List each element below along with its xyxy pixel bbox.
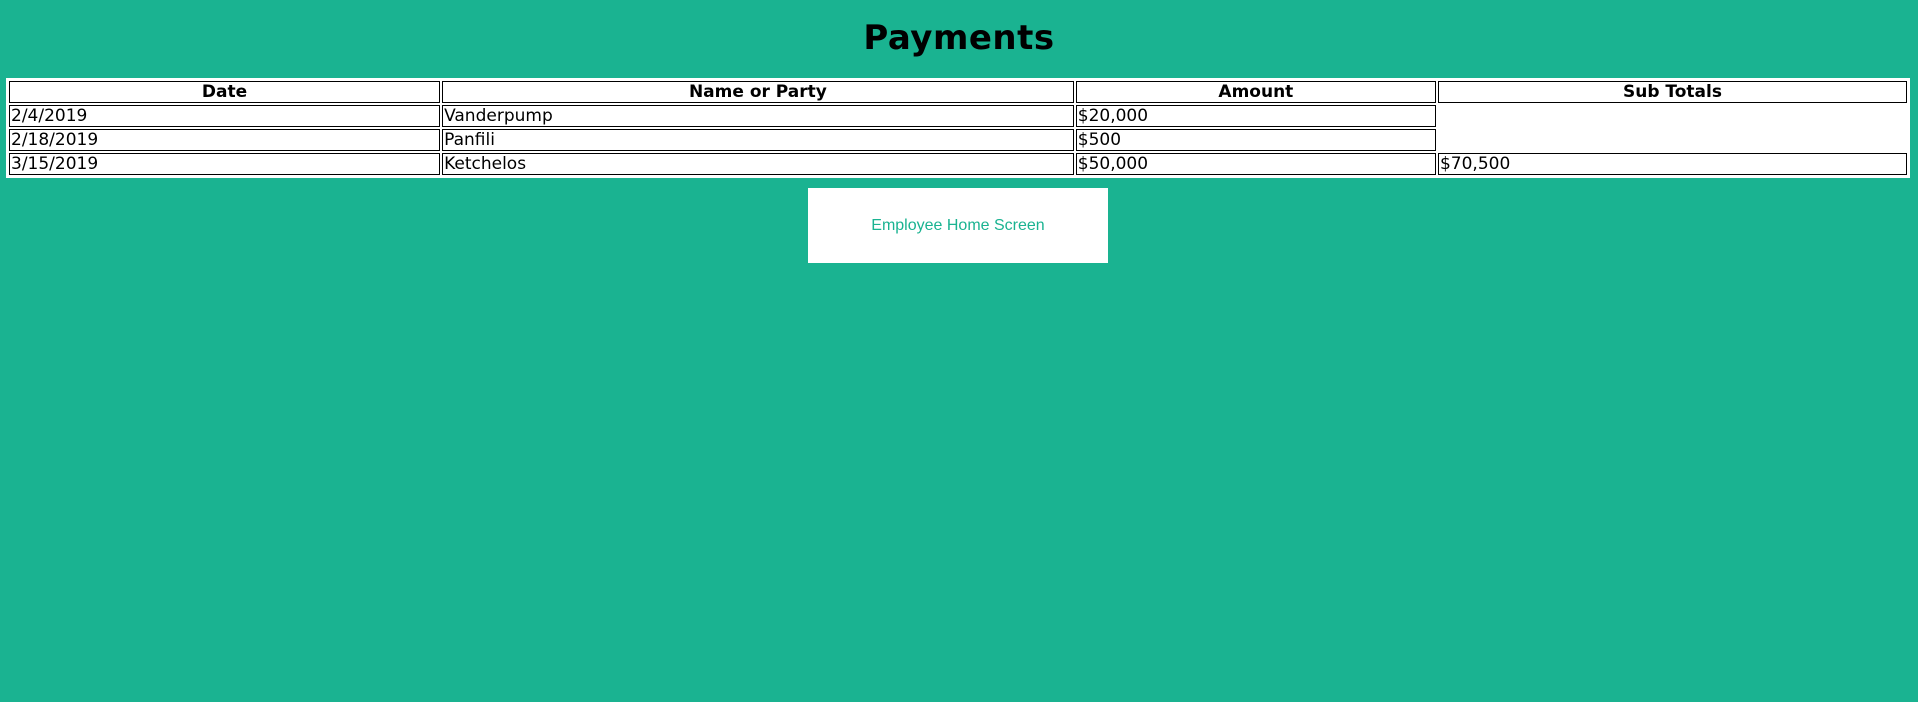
table-header-row: Date Name or Party Amount Sub Totals [9, 81, 1907, 103]
cell-amount: $500 [1075, 129, 1436, 151]
cell-subtotal-empty [1438, 105, 1907, 127]
payments-table: Date Name or Party Amount Sub Totals 2/4… [6, 78, 1910, 178]
cell-amount: $50,000 [1075, 153, 1436, 175]
cell-date: 3/15/2019 [9, 153, 441, 175]
cell-name: Ketchelos [442, 153, 1074, 175]
cell-name: Panfili [442, 129, 1074, 151]
employee-home-screen-button[interactable]: Employee Home Screen [808, 188, 1108, 263]
table-row: 3/15/2019 Ketchelos $50,000 $70,500 [9, 153, 1907, 175]
table-row: 2/18/2019 Panfili $500 [9, 129, 1907, 151]
column-header-name: Name or Party [442, 81, 1074, 103]
cell-subtotal-empty [1438, 129, 1907, 151]
cell-name: Vanderpump [442, 105, 1074, 127]
cell-amount: $20,000 [1075, 105, 1436, 127]
column-header-amount: Amount [1075, 81, 1436, 103]
cell-subtotal: $70,500 [1437, 153, 1907, 175]
column-header-subtotals: Sub Totals [1437, 81, 1907, 103]
cell-date: 2/18/2019 [9, 129, 441, 151]
page-title: Payments [863, 18, 1055, 58]
table-row: 2/4/2019 Vanderpump $20,000 [9, 105, 1907, 127]
cell-date: 2/4/2019 [9, 105, 441, 127]
column-header-date: Date [9, 81, 441, 103]
